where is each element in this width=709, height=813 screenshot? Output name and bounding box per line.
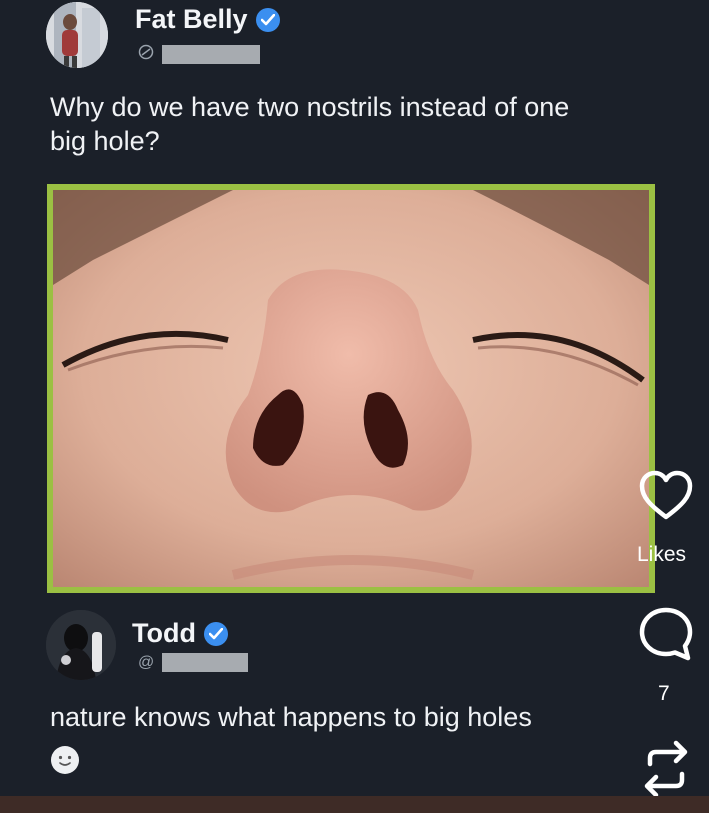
author-avatar[interactable] bbox=[46, 2, 108, 68]
smiley-emoji-icon bbox=[50, 745, 80, 775]
handle-prefix: @ bbox=[138, 653, 155, 671]
comment-count: 7 bbox=[658, 682, 670, 705]
post-container: Fat Belly Why do we have two nostrils in… bbox=[0, 0, 709, 813]
author-handle bbox=[138, 44, 260, 65]
reply-author-handle: @ bbox=[138, 653, 249, 672]
author-name-row[interactable]: Fat Belly bbox=[135, 4, 280, 35]
handle-icon bbox=[138, 44, 154, 65]
reply-author-name-row[interactable]: Todd bbox=[132, 618, 228, 649]
reply-text: nature knows what happens to big holes bbox=[50, 702, 532, 732]
verified-badge-icon bbox=[255, 7, 280, 32]
share-icon[interactable] bbox=[638, 738, 694, 800]
redacted-handle bbox=[162, 653, 249, 672]
likes-label[interactable]: Likes bbox=[637, 543, 686, 567]
redacted-handle bbox=[162, 45, 260, 64]
post-text: Why do we have two nostrils instead of o… bbox=[50, 92, 570, 156]
reply-avatar[interactable] bbox=[46, 610, 116, 680]
reply-author-name[interactable]: Todd bbox=[132, 618, 196, 649]
post-image[interactable] bbox=[47, 184, 655, 593]
heart-icon[interactable] bbox=[638, 470, 694, 522]
author-name[interactable]: Fat Belly bbox=[135, 4, 248, 35]
verified-badge-icon bbox=[203, 621, 228, 646]
bottom-bar bbox=[0, 796, 709, 813]
comment-icon[interactable] bbox=[637, 605, 695, 663]
